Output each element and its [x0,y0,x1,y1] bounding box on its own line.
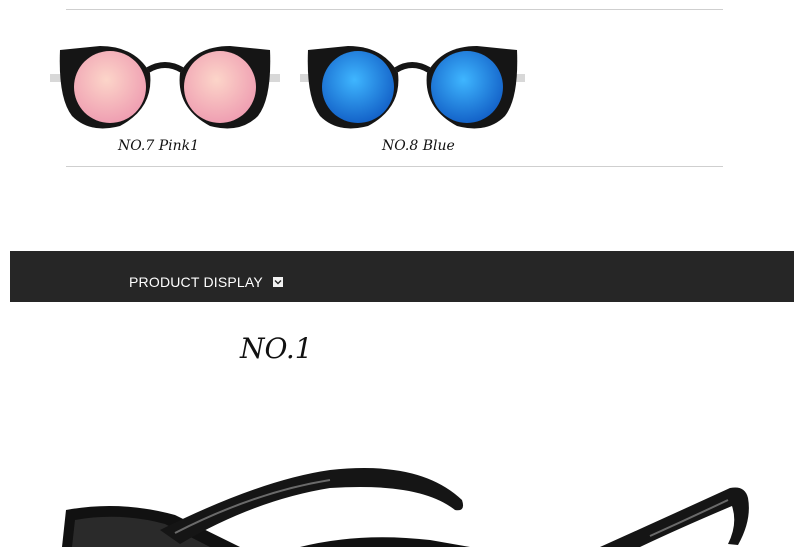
product-number-title: NO.1 [240,332,313,365]
blue-sunglasses-image [300,46,525,129]
divider-top [66,9,723,10]
product-photo-sunglasses [62,468,749,547]
pink-sunglasses-image [50,46,280,129]
variant-label-pink: NO.7 Pink1 [118,138,200,154]
product-display-banner: PRODUCT DISPLAY [10,251,794,302]
banner-title: PRODUCT DISPLAY [129,274,263,290]
divider-bottom [66,166,723,167]
variant-label-blue: NO.8 Blue [382,138,455,154]
chevron-down-icon [273,277,283,287]
